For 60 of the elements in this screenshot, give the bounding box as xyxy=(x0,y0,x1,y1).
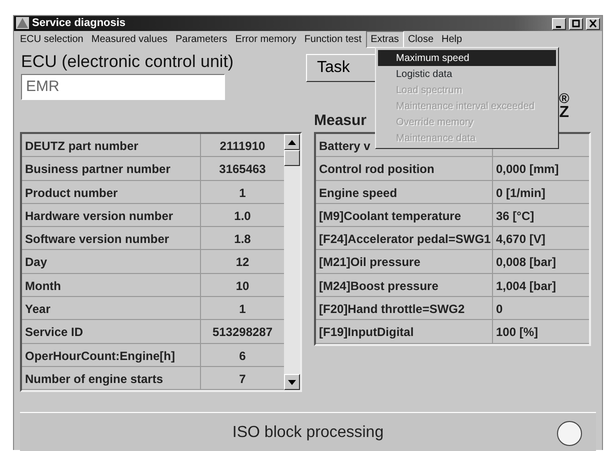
table-cell: [M21]Oil pressure xyxy=(316,250,493,273)
table-cell: [F20]Hand throttle=SWG2 xyxy=(316,297,493,320)
scroll-thumb[interactable] xyxy=(284,150,300,166)
table-cell-text: 3165463 xyxy=(218,161,267,178)
maximize-icon[interactable] xyxy=(569,18,583,30)
table-cell-text: 1,004 [bar] xyxy=(495,278,558,295)
menu-item[interactable]: Help xyxy=(438,32,466,46)
menu-item[interactable]: Close xyxy=(404,32,438,46)
menu-item[interactable]: ECU selection xyxy=(16,32,88,46)
table-cell-text: 2111910 xyxy=(218,138,266,155)
menu-item[interactable]: Parameters xyxy=(172,32,232,46)
menu-item[interactable]: Measured values xyxy=(87,32,172,46)
table-cell: OperHourCount:Engine[h] xyxy=(22,344,201,366)
table-cell-text: 6 xyxy=(238,348,247,365)
table-cell: DEUTZ part number xyxy=(22,134,201,156)
scroll-up-icon[interactable] xyxy=(284,134,300,150)
section-heading: Measur xyxy=(314,111,367,131)
table-cell: Hardware version number xyxy=(22,204,201,226)
logo-text: Z xyxy=(559,105,570,121)
table-cell-text: 1.8 xyxy=(233,231,252,248)
table-cell-text: 100 [%] xyxy=(495,324,540,342)
table-cell: Software version number xyxy=(22,227,201,250)
registered-mark: ® xyxy=(559,91,570,105)
table-cell-text: 36 [°C] xyxy=(495,208,536,225)
close-icon[interactable] xyxy=(586,18,600,30)
minimize-icon[interactable] xyxy=(552,18,566,30)
menu-item[interactable]: Function test xyxy=(300,32,366,46)
table-cell: Day xyxy=(22,250,201,273)
table-cell: Control rod position xyxy=(316,157,493,180)
table-cell: Service ID xyxy=(22,320,201,343)
ecu-field[interactable]: EMR xyxy=(21,74,225,100)
table-cell-text: 0 xyxy=(495,301,504,318)
table-cell-text: 1.0 xyxy=(233,208,252,225)
table-cell-text: 513298287 xyxy=(211,324,274,342)
table-cell-text: 7 xyxy=(238,370,247,388)
table-cell-text: 10 xyxy=(234,278,250,295)
section-heading: ECU (electronic control unit) xyxy=(21,53,234,72)
table-cell: Number of engine starts xyxy=(22,366,201,390)
table-cell: [F19]InputDigital xyxy=(316,320,493,343)
table-cell-text: 1 xyxy=(238,184,247,202)
scroll-down-icon[interactable] xyxy=(284,374,300,390)
table-cell: Product number xyxy=(22,180,201,203)
table-cell: Engine speed xyxy=(316,180,493,203)
scroll-bar[interactable] xyxy=(284,134,300,390)
table-cell: Business partner number xyxy=(22,157,201,180)
menu-item[interactable]: Maximum speed xyxy=(378,50,556,66)
table-cell: Month xyxy=(22,274,201,296)
table-cell: [F24]Accelerator pedal=SWG1 xyxy=(316,227,493,250)
status-text: ISO block processing xyxy=(232,422,384,442)
table-cell-text: 0,000 [mm] xyxy=(495,161,560,178)
table-cell: [M9]Coolant temperature xyxy=(316,204,493,226)
window-title: Service diagnosis xyxy=(32,16,127,32)
table-cell: [M24]Boost pressure xyxy=(316,274,493,296)
table-cell-text: 4,670 [V] xyxy=(495,231,546,248)
table-cell-text: 0 [1/min] xyxy=(495,184,546,202)
table-cell-text: 1 xyxy=(238,301,247,318)
menu-item[interactable]: Error memory xyxy=(231,32,300,46)
table-cell-text: 12 xyxy=(234,254,250,272)
table-cell-text: 0,008 [bar] xyxy=(495,254,558,272)
table-cell: Year xyxy=(22,297,201,320)
